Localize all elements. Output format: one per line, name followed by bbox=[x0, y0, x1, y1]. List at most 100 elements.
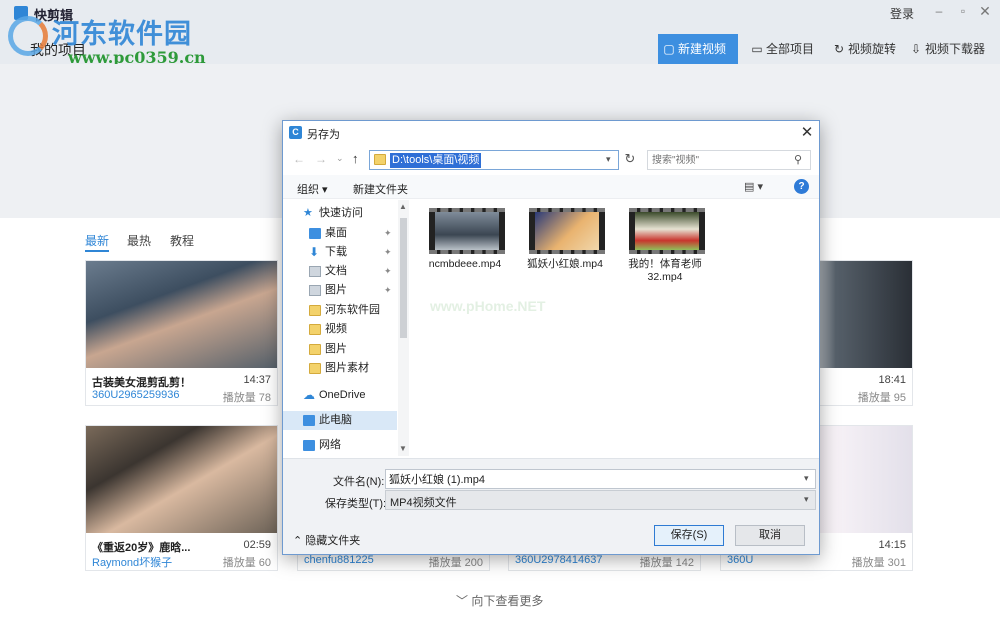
nav-item-network[interactable]: 网络 bbox=[283, 436, 397, 455]
pin-icon: ✦ bbox=[384, 285, 392, 295]
chevron-down-icon[interactable]: ▾ bbox=[606, 154, 611, 165]
video-file-icon bbox=[629, 208, 705, 254]
folder-icon bbox=[309, 344, 321, 355]
dialog-titlebar[interactable]: C 另存为 ✕ bbox=[283, 121, 819, 145]
hide-folders-toggle[interactable]: ⌃ 隐藏文件夹 bbox=[293, 532, 360, 548]
dialog-close-button[interactable]: ✕ bbox=[798, 123, 816, 141]
nav-item-hedong[interactable]: 河东软件园 bbox=[283, 301, 397, 320]
nav-item-label: 河东软件园 bbox=[325, 304, 380, 316]
pin-icon: ✦ bbox=[384, 228, 392, 238]
file-item[interactable]: 我的！体育老师32.mp4 bbox=[620, 208, 710, 288]
computer-icon bbox=[303, 415, 315, 426]
forward-arrow-icon[interactable]: → bbox=[315, 152, 327, 166]
nav-item-label: 图片 bbox=[325, 343, 347, 355]
nav-item-this-pc[interactable]: 此电脑 bbox=[283, 411, 397, 430]
video-card[interactable]: 古装美女混剪乱剪！ 14:37 360U2965259936 播放量 78 bbox=[85, 260, 278, 406]
nav-item-desktop[interactable]: 桌面 ✦ bbox=[283, 224, 397, 243]
close-window-button[interactable]: ✕ bbox=[976, 3, 994, 19]
file-pane[interactable]: ncmbdeee.mp4 狐妖小红娘.mp4 我的！体育老师32.mp4 www… bbox=[410, 200, 819, 456]
filename-label: 文件名(N): bbox=[333, 476, 385, 488]
document-icon bbox=[309, 266, 321, 277]
video-author[interactable]: 360U2978414637 bbox=[515, 554, 602, 566]
video-play-count: 播放量 78 bbox=[222, 392, 271, 404]
new-video-button[interactable]: ▢ 新建视频 bbox=[658, 34, 738, 64]
tab-latest[interactable]: 最新 bbox=[85, 232, 109, 249]
folder-icon bbox=[309, 324, 321, 335]
watermark-logo-icon bbox=[8, 16, 48, 56]
file-item[interactable]: ncmbdeee.mp4 bbox=[420, 208, 510, 288]
video-thumbnail[interactable] bbox=[86, 261, 277, 368]
video-author[interactable]: 360U bbox=[727, 554, 753, 566]
new-video-label: 新建视频 bbox=[678, 42, 727, 56]
all-projects-button[interactable]: ▭ 全部项目 bbox=[746, 34, 818, 64]
video-author[interactable]: Raymond坏猴子 bbox=[92, 554, 172, 570]
video-title: 古装美女混剪乱剪！ bbox=[92, 377, 191, 389]
back-arrow-icon[interactable]: ← bbox=[293, 152, 305, 166]
video-play-count: 播放量 95 bbox=[857, 392, 906, 404]
rotate-video-button[interactable]: ↻ 视频旋转 bbox=[828, 34, 900, 64]
refresh-icon[interactable]: ↻ bbox=[622, 151, 638, 167]
address-bar[interactable]: D:\tools\桌面\视频 ▾ bbox=[369, 150, 619, 170]
search-box[interactable]: ⚲ bbox=[647, 150, 811, 170]
minimize-button[interactable]: – bbox=[930, 3, 948, 19]
video-play-count: 播放量 301 bbox=[851, 557, 906, 569]
nav-item-documents[interactable]: 文档 ✦ bbox=[283, 262, 397, 281]
rotate-icon: ↻ bbox=[833, 42, 845, 56]
filename-input[interactable] bbox=[389, 472, 789, 486]
video-thumbnail[interactable] bbox=[86, 426, 277, 533]
save-button[interactable]: 保存(S) bbox=[654, 525, 724, 546]
nav-item-label: 下载 bbox=[325, 246, 347, 258]
nav-item-onedrive[interactable]: ☁ OneDrive bbox=[283, 386, 397, 405]
filename-field[interactable]: ▾ bbox=[385, 469, 816, 489]
nav-item-label: 快速访问 bbox=[319, 207, 363, 219]
video-card[interactable]: 《重返20岁》鹿晗... 02:59 Raymond坏猴子 播放量 60 bbox=[85, 425, 278, 571]
chevron-down-icon[interactable]: ▾ bbox=[804, 473, 809, 484]
scrollbar-thumb[interactable] bbox=[400, 218, 407, 338]
dialog-toolbar: 组织 ▾ 新建文件夹 ▤ ▾ ? bbox=[283, 175, 819, 199]
network-icon bbox=[303, 440, 315, 451]
video-downloader-button[interactable]: ⇩ 视频下载器 bbox=[905, 34, 989, 64]
recent-locations-chevron-icon[interactable]: ⌄ bbox=[336, 153, 344, 164]
tab-hot[interactable]: 最热 bbox=[127, 232, 151, 249]
file-item[interactable]: 狐妖小红娘.mp4 bbox=[520, 208, 610, 288]
rotate-video-label: 视频旋转 bbox=[848, 42, 897, 56]
nav-item-label: 此电脑 bbox=[319, 414, 352, 426]
scroll-down-icon[interactable]: ▼ bbox=[399, 444, 407, 453]
filetype-select[interactable]: MP4视频文件 ▾ bbox=[385, 490, 816, 510]
address-path[interactable]: D:\tools\桌面\视频 bbox=[390, 153, 482, 168]
change-view-icon[interactable]: ▤ ▾ bbox=[744, 180, 763, 193]
search-input[interactable] bbox=[652, 153, 788, 167]
nav-item-pictures[interactable]: 图片 ✦ bbox=[283, 281, 397, 300]
nav-item-videos[interactable]: 视频 bbox=[283, 320, 397, 339]
maximize-button[interactable]: ▫ bbox=[954, 3, 972, 19]
help-icon[interactable]: ? bbox=[794, 179, 809, 194]
video-duration: 14:15 bbox=[878, 539, 906, 551]
all-projects-label: 全部项目 bbox=[766, 42, 815, 56]
nav-item-pictures-folder[interactable]: 图片 bbox=[283, 340, 397, 359]
save-as-dialog: C 另存为 ✕ ← → ⌄ ↑ D:\tools\桌面\视频 ▾ ↻ ⚲ 组织 … bbox=[282, 120, 820, 555]
nav-item-picture-material[interactable]: 图片素材 bbox=[283, 359, 397, 378]
video-author[interactable]: 360U2965259936 bbox=[92, 389, 179, 401]
nav-item-quick-access[interactable]: ★ 快速访问 bbox=[283, 204, 397, 223]
video-duration: 02:59 bbox=[243, 539, 271, 551]
video-title: 《重返20岁》鹿晗... bbox=[92, 542, 191, 554]
app-header: 快剪辑 我的项目 河东软件园 www.pc0359.cn 登录 – ▫ ✕ ▢ … bbox=[0, 0, 1000, 67]
load-more-link[interactable]: ﹀ 向下查看更多 bbox=[456, 592, 543, 609]
up-arrow-icon[interactable]: ↑ bbox=[352, 151, 359, 166]
new-folder-button[interactable]: 新建文件夹 bbox=[353, 181, 408, 197]
video-play-count: 播放量 60 bbox=[222, 557, 271, 569]
scroll-up-icon[interactable]: ▲ bbox=[399, 202, 407, 211]
chevron-down-icon[interactable]: ▾ bbox=[804, 494, 809, 505]
pane-watermark: www.pHome.NET bbox=[430, 298, 546, 314]
nav-item-downloads[interactable]: ⬇ 下载 ✦ bbox=[283, 243, 397, 262]
organize-button[interactable]: 组织 ▾ bbox=[297, 181, 328, 197]
nav-pane-scrollbar[interactable]: ▲ ▼ bbox=[398, 200, 409, 456]
nav-item-label: 文档 bbox=[325, 265, 347, 277]
nav-item-label: 图片 bbox=[325, 284, 347, 296]
video-author[interactable]: chenfu881225 bbox=[304, 554, 374, 566]
navigation-pane: ★ 快速访问 桌面 ✦ ⬇ 下载 ✦ 文档 ✦ 图片 ✦ 河东软件园 视频 图片… bbox=[283, 200, 409, 456]
login-link[interactable]: 登录 bbox=[890, 5, 914, 22]
cancel-button[interactable]: 取消 bbox=[735, 525, 805, 546]
search-icon[interactable]: ⚲ bbox=[794, 153, 802, 166]
tab-tutorial[interactable]: 教程 bbox=[170, 232, 194, 249]
